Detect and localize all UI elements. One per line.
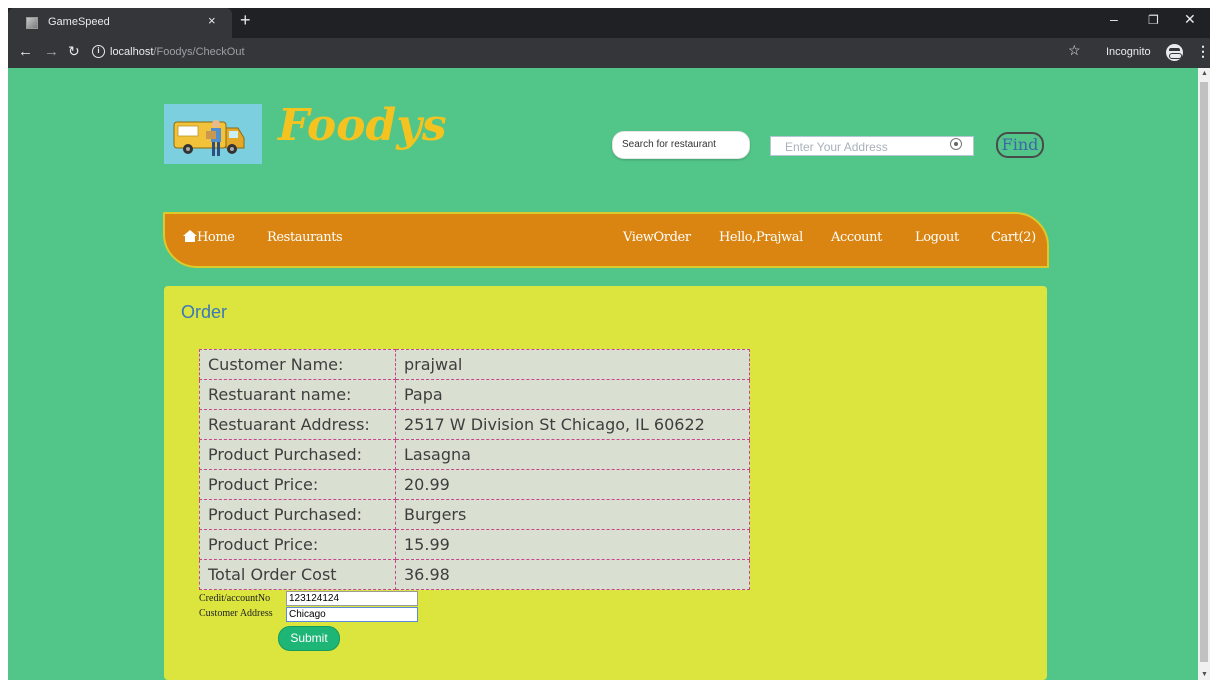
back-icon[interactable]: ←	[18, 43, 33, 60]
row-value: 36.98	[395, 559, 750, 590]
order-panel: Order Customer Name: prajwal Restuarant n…	[164, 286, 1047, 680]
row-label: Product Price:	[199, 469, 396, 500]
browser-titlebar: GameSpeed × + – ❐ ✕	[8, 8, 1210, 38]
row-value: Lasagna	[395, 439, 750, 470]
table-row: Product Purchased: Lasagna	[199, 439, 750, 470]
table-row: Product Price: 15.99	[199, 529, 750, 560]
tab-title: GameSpeed	[48, 16, 110, 28]
nav-logout[interactable]: Logout	[915, 230, 959, 245]
table-row: Restuarant Address: 2517 W Division St Ch…	[199, 409, 750, 440]
menu-icon[interactable]: ⋮	[1196, 43, 1210, 60]
page-viewport: Foodys Search for restaurant Enter Your …	[8, 68, 1198, 680]
order-title: Order	[181, 302, 228, 322]
tab-close-icon[interactable]: ×	[208, 13, 216, 28]
row-value: Papa	[395, 379, 750, 410]
page-scrollbar[interactable]: ▲ ▼	[1198, 68, 1210, 680]
scroll-up-icon[interactable]: ▲	[1201, 70, 1208, 77]
scroll-thumb[interactable]	[1200, 82, 1208, 662]
locate-target-icon[interactable]	[950, 138, 962, 150]
customer-address-input[interactable]: Chicago	[286, 607, 418, 622]
forward-icon[interactable]: →	[44, 43, 59, 60]
row-label: Restuarant name:	[199, 379, 396, 410]
row-value: prajwal	[395, 349, 750, 380]
url-path: /Foodys/CheckOut	[153, 46, 245, 58]
home-icon	[183, 230, 197, 242]
row-label: Customer Name:	[199, 349, 396, 380]
nav-view-order[interactable]: ViewOrder	[623, 230, 691, 245]
row-value: 20.99	[395, 469, 750, 500]
row-label: Total Order Cost	[199, 559, 396, 590]
incognito-icon	[1166, 44, 1183, 61]
credit-account-input[interactable]: 123124124	[286, 591, 418, 606]
row-label: Product Price:	[199, 529, 396, 560]
row-value: 15.99	[395, 529, 750, 560]
nav-cart[interactable]: Cart(2)	[991, 230, 1036, 245]
minimize-icon[interactable]: –	[1110, 11, 1118, 27]
scroll-down-icon[interactable]: ▼	[1201, 671, 1208, 678]
row-label: Restuarant Address:	[199, 409, 396, 440]
nav-account[interactable]: Account	[831, 230, 882, 245]
order-table: Customer Name: prajwal Restuarant name: Pa…	[199, 349, 750, 590]
table-row: Customer Name: prajwal	[199, 349, 750, 380]
row-value: Burgers	[395, 499, 750, 530]
new-tab-icon[interactable]: +	[240, 10, 251, 31]
row-value: 2517 W Division St Chicago, IL 60622	[395, 409, 750, 440]
row-label: Product Purchased:	[199, 439, 396, 470]
nav-home[interactable]: Home	[183, 230, 235, 245]
table-row: Product Price: 20.99	[199, 469, 750, 500]
credit-label: Credit/accountNo	[199, 593, 271, 604]
nav-greeting[interactable]: Hello,Prajwal	[719, 230, 803, 245]
restaurant-search-input[interactable]: Search for restaurant	[612, 131, 750, 159]
customer-address-label: Customer Address	[199, 608, 273, 619]
browser-tab[interactable]: GameSpeed ×	[8, 8, 232, 38]
restore-icon[interactable]: ❐	[1148, 13, 1159, 27]
incognito-label: Incognito	[1106, 46, 1151, 58]
find-button[interactable]: Find	[996, 132, 1044, 158]
table-row: Product Purchased: Burgers	[199, 499, 750, 530]
submit-button[interactable]: Submit	[278, 626, 340, 651]
row-label: Product Purchased:	[199, 499, 396, 530]
url-host: localhost	[110, 46, 154, 58]
site-logo-text[interactable]: Foodys	[278, 100, 447, 151]
close-icon[interactable]: ✕	[1184, 11, 1196, 28]
table-row: Total Order Cost 36.98	[199, 559, 750, 590]
table-row: Restuarant name: Papa	[199, 379, 750, 410]
star-icon[interactable]: ☆	[1068, 42, 1081, 59]
reload-icon[interactable]: ↻	[68, 43, 80, 60]
nav-home-label: Home	[197, 230, 235, 245]
info-icon[interactable]: i	[92, 45, 105, 58]
url-field[interactable]: localhost/Foodys/CheckOut	[110, 46, 245, 58]
favicon-icon	[26, 17, 38, 29]
browser-addressbar: ← → ↻ i localhost/Foodys/CheckOut ☆ Inco…	[8, 38, 1210, 68]
address-input[interactable]: Enter Your Address	[770, 136, 974, 156]
nav-restaurants[interactable]: Restaurants	[267, 230, 343, 245]
main-navbar: Home Restaurants ViewOrder Hello,Prajwal…	[163, 212, 1049, 268]
delivery-truck-logo[interactable]	[164, 104, 262, 164]
